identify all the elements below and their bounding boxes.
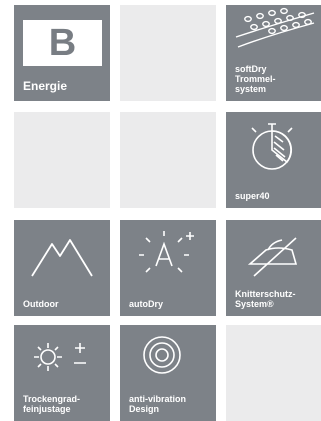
empty-tile — [226, 325, 321, 421]
energy-label-text: Energie — [23, 79, 68, 93]
empty-tile — [14, 112, 110, 208]
crossed-iron-icon — [247, 237, 298, 277]
feature-icon-grid: B Energie softDry Trommel- system super4… — [0, 0, 321, 421]
super40-tile: super40 — [226, 112, 321, 208]
knitterschutz-tile: Knitterschutz- System® — [226, 220, 321, 316]
super40-label: super40 — [235, 191, 270, 201]
mountain-icon — [31, 239, 93, 277]
trockengrad-label: Trockengrad- feinjustage — [23, 394, 81, 414]
outdoor-label: Outdoor — [23, 299, 59, 309]
autodry-label: autoDry — [129, 299, 164, 309]
antivibration-tile: anti-vibration Design — [120, 325, 216, 421]
autodry-tile: autoDry — [120, 220, 216, 316]
knitterschutz-label: Knitterschutz- System® — [235, 289, 296, 309]
stopwatch-icon — [251, 123, 293, 170]
empty-tile — [120, 5, 216, 101]
energy-class-badge: B — [23, 20, 102, 66]
outdoor-tile: Outdoor — [14, 220, 110, 316]
softdry-label: softDry Trommel- system — [235, 64, 276, 94]
softdry-tile: softDry Trommel- system — [226, 5, 321, 101]
energy-label-tile: B Energie — [14, 5, 110, 101]
trockengrad-tile: Trockengrad- feinjustage — [14, 325, 110, 421]
concentric-circles-icon — [143, 336, 181, 374]
antivibration-label: anti-vibration Design — [129, 394, 187, 414]
sun-plus-minus-icon — [34, 343, 86, 371]
autodry-sparkle-icon — [139, 231, 194, 273]
empty-tile — [120, 112, 216, 208]
